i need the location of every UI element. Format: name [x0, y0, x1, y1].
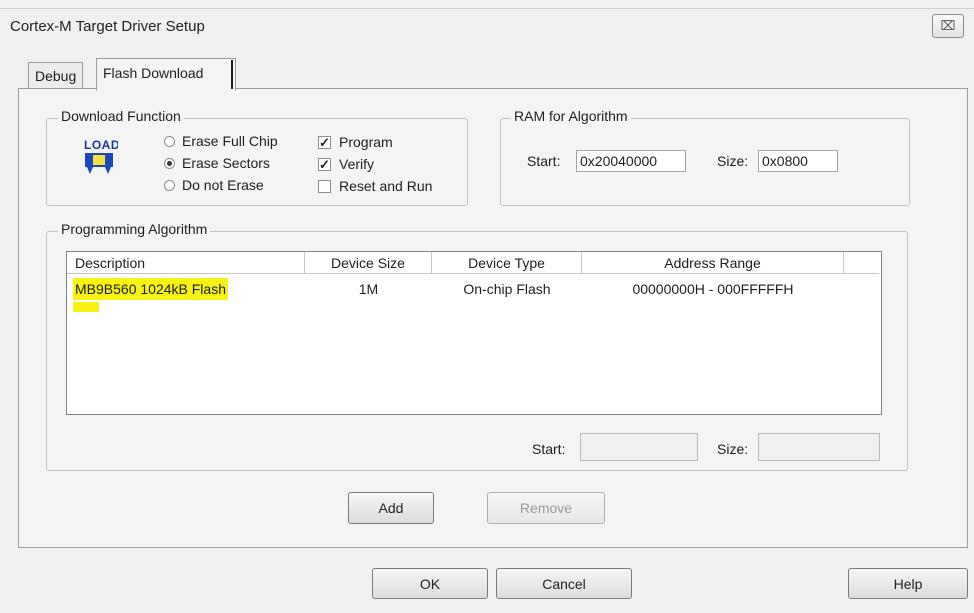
cancel-button[interactable]: Cancel [496, 568, 632, 599]
ram-size-label: Size: [717, 153, 749, 169]
ram-size-field[interactable]: 0x0800 [758, 150, 838, 172]
ok-button[interactable]: OK [372, 568, 488, 599]
radio-do-not-erase-control[interactable] [164, 179, 175, 191]
erase-radio-group: Erase Full Chip Erase Sectors Do not Era… [164, 130, 278, 196]
radio-erase-full-chip-control[interactable] [164, 135, 175, 147]
table-row[interactable]: MB9B560 1024kB Flash 1M On-chip Flash 00… [67, 278, 881, 302]
column-address-range[interactable]: Address Range [582, 252, 844, 274]
window-title: Cortex-M Target Driver Setup [10, 18, 205, 35]
checkbox-program[interactable]: ✓ Program [318, 131, 432, 153]
close-button[interactable]: ⌧ [932, 14, 964, 38]
algorithm-list-header: Description Device Size Device Type Addr… [67, 252, 881, 276]
column-filler [844, 252, 879, 274]
checkbox-verify-label: Verify [339, 156, 375, 172]
checkbox-reset-and-run-control[interactable] [318, 179, 331, 193]
algo-start-label: Start: [532, 441, 566, 457]
ram-start-field[interactable]: 0x20040000 [576, 150, 686, 172]
radio-erase-sectors-control[interactable] [164, 157, 175, 169]
algo-size-field[interactable] [758, 433, 880, 461]
remove-button[interactable]: Remove [487, 492, 605, 524]
checkbox-verify-control[interactable]: ✓ [318, 157, 331, 171]
tab-shadow [231, 60, 233, 89]
radio-erase-sectors-label: Erase Sectors [182, 155, 270, 171]
highlight-mark [73, 302, 99, 312]
download-options: ✓ Program ✓ Verify Reset and Run [318, 131, 432, 197]
load-icon-text: LOAD [84, 138, 118, 152]
window-top-border [0, 8, 974, 9]
radio-do-not-erase[interactable]: Do not Erase [164, 174, 278, 196]
checkbox-program-label: Program [339, 134, 393, 150]
row-description-cell: MB9B560 1024kB Flash [67, 278, 305, 302]
ram-for-algorithm-group [500, 118, 910, 206]
help-button[interactable]: Help [848, 568, 968, 599]
column-device-size[interactable]: Device Size [305, 252, 432, 274]
checkbox-reset-and-run-label: Reset and Run [339, 178, 433, 194]
checkbox-program-control[interactable]: ✓ [318, 135, 331, 149]
column-description[interactable]: Description [67, 252, 305, 274]
checkbox-reset-and-run[interactable]: Reset and Run [318, 175, 432, 197]
algo-size-label: Size: [717, 441, 749, 457]
column-device-type[interactable]: Device Type [432, 252, 582, 274]
row-address-range: 00000000H - 000FFFFFH [632, 281, 794, 297]
algorithm-list[interactable]: Description Device Size Device Type Addr… [66, 251, 882, 415]
download-function-label: Download Function [58, 108, 184, 124]
row-description: MB9B560 1024kB Flash [73, 278, 228, 300]
row-device-type: On-chip Flash [463, 281, 551, 297]
add-button[interactable]: Add [348, 492, 434, 524]
tab-debug[interactable]: Debug [28, 62, 84, 89]
tab-flash-download[interactable]: Flash Download [96, 58, 236, 91]
close-icon: ⌧ [940, 18, 956, 33]
radio-erase-sectors[interactable]: Erase Sectors [164, 152, 278, 174]
programming-algorithm-label: Programming Algorithm [58, 221, 211, 237]
radio-do-not-erase-label: Do not Erase [182, 177, 264, 193]
row-device-size: 1M [358, 281, 379, 297]
load-icon: LOAD [82, 136, 120, 176]
ram-start-label: Start: [527, 153, 561, 169]
algo-start-field[interactable] [580, 433, 698, 461]
radio-erase-full-chip-label: Erase Full Chip [182, 133, 278, 149]
checkbox-verify[interactable]: ✓ Verify [318, 153, 432, 175]
ram-for-algorithm-label: RAM for Algorithm [511, 108, 631, 124]
radio-erase-full-chip[interactable]: Erase Full Chip [164, 130, 278, 152]
